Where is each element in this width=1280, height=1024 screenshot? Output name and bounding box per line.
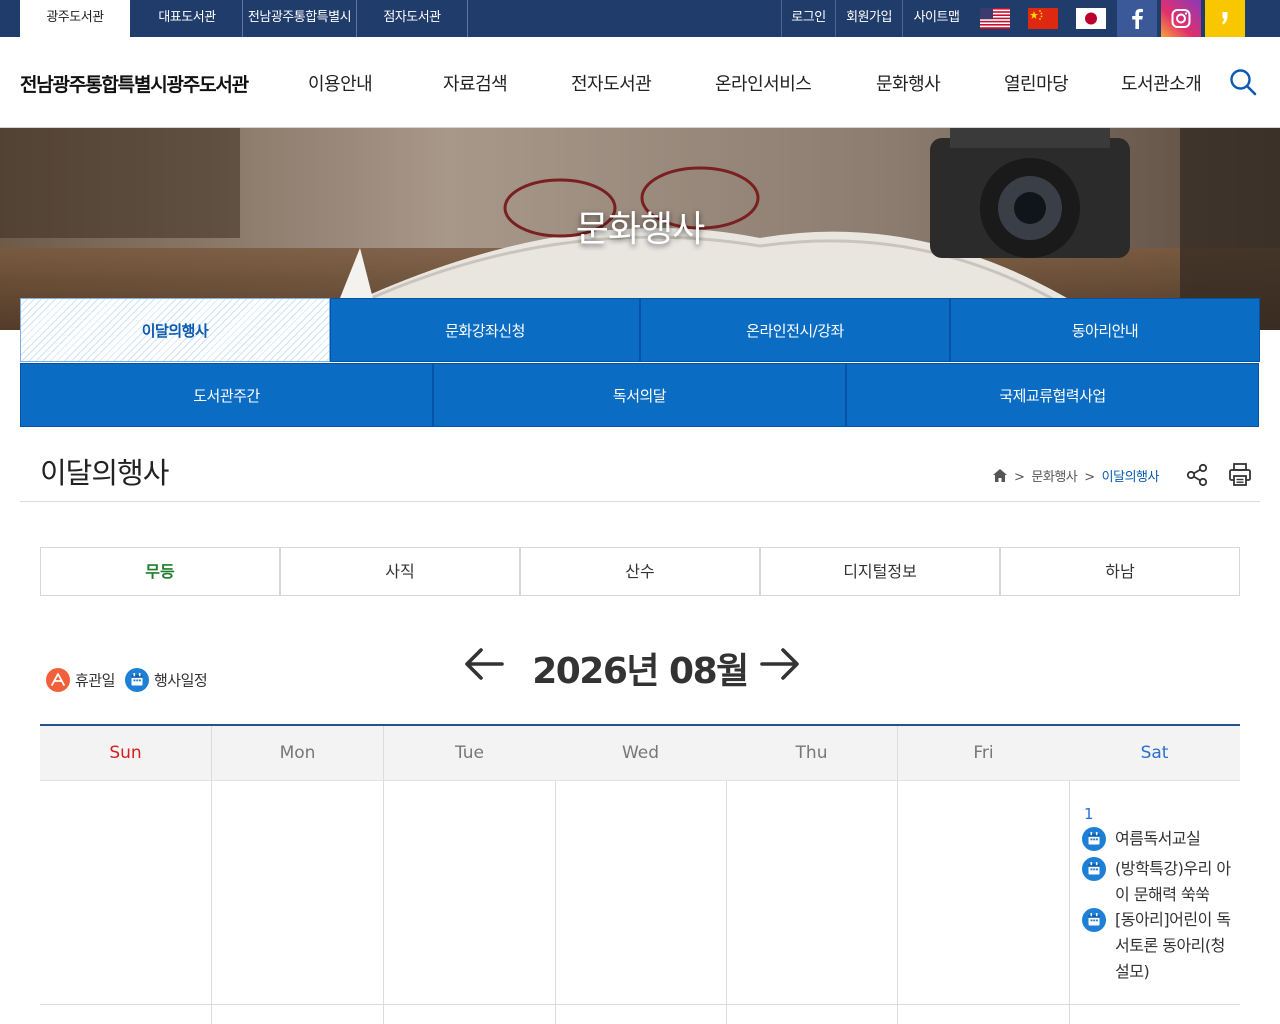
nav-cultural-events[interactable]: 문화행사 [876, 70, 941, 96]
legend-holiday: 휴관일 [46, 668, 115, 692]
library-tab-integrated[interactable]: 전남광주통합특별시 [242, 0, 356, 37]
submenu-culture-class-apply[interactable]: 문화강좌신청 [330, 298, 640, 362]
search-icon[interactable] [1228, 67, 1258, 97]
weekday-thursday: Thu [726, 726, 898, 780]
legend-event: 행사일정 [125, 668, 208, 692]
weekday-sunday: Sun [40, 726, 212, 780]
submenu-reading-month[interactable]: 독서의달 [433, 363, 846, 427]
nav-usage-guide[interactable]: 이용안내 [308, 70, 373, 96]
calendar-event[interactable]: [동아리]어린이 독서토론 동아리(청설모) [1082, 907, 1232, 985]
banner-title: 문화행사 [575, 209, 705, 250]
calendar-day-cell [555, 780, 727, 1005]
site-logo[interactable]: 전남광주통합특별시광주도서관 [20, 70, 249, 97]
calendar-event-icon [1082, 827, 1106, 851]
calendar-day-cell-aug-1: 1 여름독서교실 (방학특강)우리 아이 문해력 쑥쑥 [동아리]어린이 독서토… [1069, 780, 1240, 1005]
calendar-day-cell [555, 1005, 727, 1024]
legend-holiday-label: 휴관일 [75, 671, 115, 690]
branch-tab-hanam[interactable]: 하남 [1000, 547, 1240, 596]
japan-flag-icon[interactable] [1076, 8, 1106, 29]
submenu-this-month-events[interactable]: 이달의행사 [20, 298, 330, 362]
home-icon[interactable] [993, 469, 1007, 482]
facebook-icon[interactable] [1117, 0, 1157, 37]
top-utility-bar: 광주도서관 대표도서관 전남광주통합특별시 점자도서관 로그인 회원가입 사이트… [0, 0, 1280, 37]
library-tab-gwangju[interactable]: 광주도서관 [20, 0, 130, 37]
calendar-day-cell [384, 1005, 556, 1024]
weekday-wednesday: Wed [555, 726, 727, 780]
calendar-month-title: 2026년 08월 [532, 651, 749, 692]
calendar-day-cell [726, 780, 898, 1005]
branch-tab-digital-info[interactable]: 디지털정보 [760, 547, 1000, 596]
us-flag-icon[interactable] [980, 8, 1010, 29]
nav-open-forum[interactable]: 열린마당 [1004, 70, 1069, 96]
weekday-monday: Mon [212, 726, 384, 780]
signup-link[interactable]: 회원가입 [835, 0, 902, 37]
calendar-day-cell [1069, 1005, 1240, 1024]
calendar-day-cell [384, 780, 556, 1005]
calendar-day-cell [40, 780, 212, 1005]
calendar-event-icon [125, 668, 149, 692]
weekday-tuesday: Tue [384, 726, 556, 780]
branch-tab-sajik[interactable]: 사직 [280, 547, 520, 596]
branch-tab-mudeung[interactable]: 무등 [40, 547, 280, 596]
breadcrumb-separator: > [1014, 470, 1025, 485]
calendar-event-icon [1082, 908, 1106, 932]
title-divider [20, 501, 1260, 502]
branch-tab-sansu[interactable]: 산수 [520, 547, 760, 596]
share-icon[interactable] [1185, 463, 1209, 487]
breadcrumb-current[interactable]: 이달의행사 [1102, 470, 1160, 485]
breadcrumb-separator: > [1084, 470, 1095, 485]
submenu-international-exchange[interactable]: 국제교류협력사업 [846, 363, 1259, 427]
nav-online-services[interactable]: 온라인서비스 [715, 70, 812, 96]
china-flag-icon[interactable] [1028, 8, 1058, 29]
submenu-online-exhibition[interactable]: 온라인전시/강좌 [640, 298, 950, 362]
login-link[interactable]: 로그인 [781, 0, 835, 37]
weekday-friday: Fri [898, 726, 1070, 780]
calendar-day-cell [212, 780, 384, 1005]
calendar-event-icon [1082, 857, 1106, 881]
holiday-icon [46, 668, 70, 692]
calendar-day-cell [898, 780, 1070, 1005]
page-title: 이달의행사 [40, 456, 169, 490]
weekday-saturday: Sat [1069, 726, 1240, 780]
nav-e-library[interactable]: 전자도서관 [571, 70, 652, 96]
nav-search-materials[interactable]: 자료검색 [443, 70, 508, 96]
sitemap-link[interactable]: 사이트맵 [902, 0, 970, 37]
breadcrumb-item[interactable]: 문화행사 [1031, 470, 1077, 485]
submenu-club-guide[interactable]: 동아리안내 [950, 298, 1260, 362]
legend-event-label: 행사일정 [154, 671, 208, 690]
calendar-day-cell [726, 1005, 898, 1024]
library-tab-braille[interactable]: 점자도서관 [356, 0, 468, 37]
breadcrumb: > 문화행사 > 이달의행사 [993, 466, 1159, 485]
calendar-event[interactable]: 여름독서교실 [1082, 826, 1232, 852]
submenu-library-week[interactable]: 도서관주간 [20, 363, 433, 427]
nav-about-library[interactable]: 도서관소개 [1121, 70, 1202, 96]
site-header: 전남광주통합특별시광주도서관 이용안내 자료검색 전자도서관 온라인서비스 문화… [0, 37, 1280, 128]
calendar-day-cell [898, 1005, 1070, 1024]
print-icon[interactable] [1228, 462, 1252, 488]
next-month-arrow-icon[interactable] [758, 645, 802, 683]
calendar-day-cell [212, 1005, 384, 1024]
library-tab-main[interactable]: 대표도서관 [132, 0, 242, 37]
kakao-story-icon[interactable] [1205, 0, 1245, 37]
calendar-day-cell [40, 1005, 212, 1024]
calendar-event[interactable]: (방학특강)우리 아이 문해력 쑥쑥 [1082, 856, 1232, 908]
day-number: 1 [1084, 805, 1094, 823]
previous-month-arrow-icon[interactable] [462, 645, 506, 683]
instagram-icon[interactable] [1161, 0, 1201, 37]
